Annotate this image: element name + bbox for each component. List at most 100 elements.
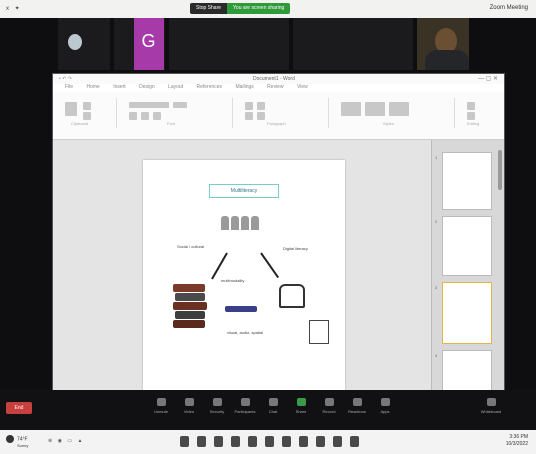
find-icon[interactable] bbox=[467, 102, 475, 110]
page-thumbnail-selected[interactable]: 3 bbox=[435, 282, 492, 344]
tray-icons[interactable]: ⊕ ◉ ▭ ▲ bbox=[48, 438, 84, 444]
menu-references[interactable]: References bbox=[196, 84, 222, 90]
bullets-icon[interactable] bbox=[245, 102, 253, 110]
page-thumbnail[interactable]: 1 bbox=[435, 152, 492, 210]
menu-review[interactable]: Review bbox=[267, 84, 283, 90]
apps-button[interactable]: Apps bbox=[374, 398, 396, 414]
taskbar-apps bbox=[180, 436, 367, 447]
word-icon[interactable] bbox=[333, 436, 342, 447]
document-canvas[interactable]: Multiliteracy Social / cultural Digital … bbox=[53, 140, 433, 420]
books-icon bbox=[173, 284, 209, 330]
zoom-icon[interactable] bbox=[316, 436, 325, 447]
record-button[interactable]: Record bbox=[318, 398, 340, 414]
chat-button[interactable]: Chat bbox=[262, 398, 284, 414]
nav-scrollbar[interactable] bbox=[498, 150, 502, 190]
microphone-icon bbox=[156, 398, 166, 406]
participant-video[interactable] bbox=[417, 18, 469, 70]
ribbon-group-editing: Editing bbox=[461, 98, 501, 128]
underline-icon[interactable] bbox=[153, 112, 161, 120]
numbering-icon[interactable] bbox=[257, 102, 265, 110]
center-concept-label: multimodality bbox=[221, 278, 245, 283]
puzzle-icon bbox=[279, 284, 305, 308]
start-icon[interactable] bbox=[180, 436, 189, 447]
share-button[interactable]: Share bbox=[290, 398, 312, 414]
right-concept-label: Digital literacy bbox=[283, 246, 308, 251]
apps-icon bbox=[380, 398, 390, 406]
document-title: Document1 - Word bbox=[253, 76, 295, 82]
ribbon-group-clipboard: Clipboard bbox=[57, 98, 117, 128]
status-indicator: x ✦ bbox=[6, 6, 22, 12]
menu-home[interactable]: Home bbox=[86, 84, 99, 90]
menu-insert[interactable]: Insert bbox=[113, 84, 126, 90]
video-button[interactable]: Video bbox=[178, 398, 200, 414]
participant-tile[interactable] bbox=[169, 18, 290, 70]
copy-icon[interactable] bbox=[83, 112, 91, 120]
browser-icon[interactable] bbox=[231, 436, 240, 447]
share-status-pill[interactable]: Stop Share You are screen sharing bbox=[190, 3, 291, 14]
mail-icon[interactable] bbox=[299, 436, 308, 447]
connector-line bbox=[211, 252, 228, 280]
chrome-icon[interactable] bbox=[265, 436, 274, 447]
record-icon bbox=[324, 398, 334, 406]
files-icon[interactable] bbox=[214, 436, 223, 447]
participant-body bbox=[425, 50, 469, 70]
menu-view[interactable]: View bbox=[297, 84, 308, 90]
participant-tile[interactable] bbox=[293, 18, 414, 70]
align-center-icon[interactable] bbox=[257, 112, 265, 120]
reactions-button[interactable]: Reactions bbox=[346, 398, 368, 414]
participants-button[interactable]: Participants bbox=[234, 398, 256, 414]
style-normal[interactable] bbox=[341, 102, 361, 116]
search-icon[interactable] bbox=[197, 436, 206, 447]
paste-icon[interactable] bbox=[65, 102, 77, 116]
font-size-select[interactable] bbox=[173, 102, 187, 108]
menu-file[interactable]: File bbox=[65, 84, 73, 90]
left-concept-label: Social / cultural bbox=[177, 244, 205, 249]
menu-layout[interactable]: Layout bbox=[168, 84, 183, 90]
align-left-icon[interactable] bbox=[245, 112, 253, 120]
folder-icon[interactable] bbox=[282, 436, 291, 447]
italic-icon[interactable] bbox=[141, 112, 149, 120]
system-clock[interactable]: 3:36 PM 10/3/2022 bbox=[506, 434, 528, 448]
style-heading[interactable] bbox=[389, 102, 409, 116]
top-strip: x ✦ Stop Share You are screen sharing Zo… bbox=[0, 0, 536, 18]
replace-icon[interactable] bbox=[467, 112, 475, 120]
whiteboard-button[interactable]: Whiteboard bbox=[480, 398, 502, 414]
participant-tile[interactable]: G bbox=[113, 18, 166, 70]
participant-strip: G bbox=[58, 18, 473, 70]
page-thumbnail[interactable]: 2 bbox=[435, 216, 492, 276]
group-label: Clipboard bbox=[71, 121, 89, 126]
word-titlebar: ▪ ↶ ↷ Document1 - Word — ▢ ✕ bbox=[53, 74, 504, 84]
chat-icon bbox=[268, 398, 278, 406]
avatar bbox=[68, 34, 82, 50]
avatar-initial: G bbox=[133, 18, 164, 70]
arrow-icon bbox=[225, 306, 257, 312]
whiteboard-icon bbox=[486, 398, 496, 406]
ribbon-group-styles: Styles bbox=[335, 98, 455, 128]
style-no-spacing[interactable] bbox=[365, 102, 385, 116]
document-page[interactable]: Multiliteracy Social / cultural Digital … bbox=[143, 160, 345, 392]
unmute-button[interactable]: Unmute bbox=[150, 398, 172, 414]
bold-icon[interactable] bbox=[129, 112, 137, 120]
quick-access-icons[interactable]: ▪ ↶ ↷ bbox=[59, 76, 72, 82]
word-ribbon: Clipboard Font Paragraph Styles Editing bbox=[53, 92, 504, 140]
stop-share-button[interactable]: Stop Share bbox=[190, 3, 228, 14]
end-meeting-button[interactable]: End bbox=[6, 402, 32, 414]
word-menu-bar: File Home Insert Design Layout Reference… bbox=[53, 84, 504, 92]
font-name-select[interactable] bbox=[129, 102, 169, 108]
weather-widget[interactable]: 74°F Sunny bbox=[6, 435, 28, 448]
menu-design[interactable]: Design bbox=[139, 84, 155, 90]
ribbon-group-paragraph: Paragraph bbox=[239, 98, 329, 128]
os-taskbar: 74°F Sunny ⊕ ◉ ▭ ▲ 3:36 PM 10/3/2022 bbox=[0, 430, 536, 454]
camera-icon bbox=[184, 398, 194, 406]
menu-mailings[interactable]: Mailings bbox=[235, 84, 253, 90]
powerpoint-icon[interactable] bbox=[350, 436, 359, 447]
meeting-area: G ▪ ↶ ↷ Document1 - Word — ▢ ✕ File Home… bbox=[0, 18, 536, 430]
edge-icon[interactable] bbox=[248, 436, 257, 447]
group-label: Editing bbox=[467, 121, 480, 126]
bottom-concept-label: visual, audio, spatial bbox=[227, 330, 264, 335]
window-controls[interactable]: — ▢ ✕ bbox=[478, 75, 498, 82]
participant-tile[interactable] bbox=[58, 18, 110, 70]
shared-word-window[interactable]: ▪ ↶ ↷ Document1 - Word — ▢ ✕ File Home I… bbox=[52, 73, 505, 420]
cut-icon[interactable] bbox=[83, 102, 91, 110]
security-button[interactable]: Security bbox=[206, 398, 228, 414]
